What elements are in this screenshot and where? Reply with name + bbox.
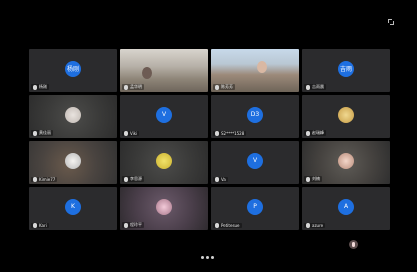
mic-icon [215,84,219,90]
participant-name: Va [221,177,226,182]
participant-name-tag: 杨刚 [31,84,49,90]
person-head [142,67,152,79]
participant-name-tag: 李思源 [122,176,144,182]
participant-name-tag: 赵瑞峰 [304,130,326,136]
participant-tile[interactable]: D3 S2****1528 [211,95,299,138]
participant-name: Petitesue [221,223,240,228]
participant-name: 程玲平 [130,222,142,227]
participant-tile[interactable]: Kimie77 [29,141,117,184]
participant-name-tag: Petitesue [213,223,242,228]
mic-icon [306,223,310,228]
participant-name-tag: 陈芳芳 [213,84,235,90]
participant-name: Kari [39,223,47,228]
person-head [257,61,267,73]
mic-icon [33,177,37,182]
mic-icon [215,223,219,228]
page-indicator[interactable] [201,256,214,259]
participant-name: azure [312,223,324,228]
page-dot[interactable] [211,256,214,259]
mic-icon [215,131,219,136]
mic-toggle-icon[interactable] [349,240,358,249]
mic-icon [215,177,219,182]
participant-name-tag: azure [304,223,326,228]
participant-name-tag: Kari [31,223,49,228]
avatar-initial: D3 [247,106,263,123]
avatar-initial: 杨刚 [65,60,81,77]
avatar [65,106,81,123]
mic-icon [306,130,310,136]
mic-icon [124,84,128,90]
mic-icon [33,130,37,136]
participant-name: S2****1528 [221,131,245,136]
mic-icon [124,222,128,228]
participant-name-tag: 吉雨晨 [304,84,326,90]
participant-name-tag: 程玲平 [122,222,144,228]
participant-grid: 杨刚 杨刚 孟华明 陈芳芳 吉雨 吉雨晨 黄佳丽 V Viki D3 S2****1528 赵瑞峰 Ki… [29,49,390,232]
avatar [65,152,81,169]
participant-tile[interactable]: 刘楠 [302,141,390,184]
avatar-initial: P [247,198,263,215]
avatar-initial: K [65,198,81,215]
mic-icon [124,131,128,136]
avatar [338,106,354,123]
participant-name-tag: 黄佳丽 [31,130,53,136]
participant-tile[interactable]: 赵瑞峰 [302,95,390,138]
mic-icon [33,84,37,90]
avatar [338,152,354,169]
participant-name-tag: 刘楠 [304,176,322,182]
mic-icon [33,223,37,228]
participant-name: Kimie77 [39,177,56,182]
participant-tile[interactable]: 孟华明 [120,49,208,92]
participant-tile[interactable]: 黄佳丽 [29,95,117,138]
participant-name: 李思源 [130,176,142,181]
page-dot[interactable] [201,256,204,259]
participant-name-tag: Kimie77 [31,177,58,182]
participant-name-tag: 孟华明 [122,84,144,90]
participant-name: 孟华明 [130,84,142,89]
mic-icon [306,176,310,182]
page-dot[interactable] [206,256,209,259]
participant-tile[interactable]: 吉雨吉雨晨 [302,49,390,92]
participant-tile[interactable]: 李思源 [120,141,208,184]
participant-name: Viki [130,131,138,136]
avatar [156,152,172,169]
avatar-initial: V [156,106,172,123]
participant-tile[interactable]: V Va [211,141,299,184]
participant-tile[interactable]: 陈芳芳 [211,49,299,92]
participant-name-tag: Viki [122,131,140,136]
participant-tile[interactable]: 程玲平 [120,187,208,230]
participant-name-tag: S2****1528 [213,131,247,136]
participant-name: 杨刚 [39,84,47,89]
mic-icon [306,84,310,90]
participant-name: 赵瑞峰 [312,130,324,135]
participant-name-tag: Va [213,177,228,182]
participant-tile[interactable]: K Kari [29,187,117,230]
participant-tile[interactable]: V Viki [120,95,208,138]
avatar-initial: A [338,198,354,215]
participant-tile[interactable]: 杨刚 杨刚 [29,49,117,92]
participant-tile[interactable]: Aazure [302,187,390,230]
expand-icon[interactable] [388,19,394,25]
participant-name: 吉雨晨 [312,84,324,89]
participant-tile[interactable]: P Petitesue [211,187,299,230]
avatar-initial: 吉雨 [338,60,354,77]
participant-name: 刘楠 [312,176,320,181]
avatar-initial: V [247,152,263,169]
avatar [156,198,172,215]
participant-name: 黄佳丽 [39,130,51,135]
participant-name: 陈芳芳 [221,84,233,89]
mic-icon [124,176,128,182]
